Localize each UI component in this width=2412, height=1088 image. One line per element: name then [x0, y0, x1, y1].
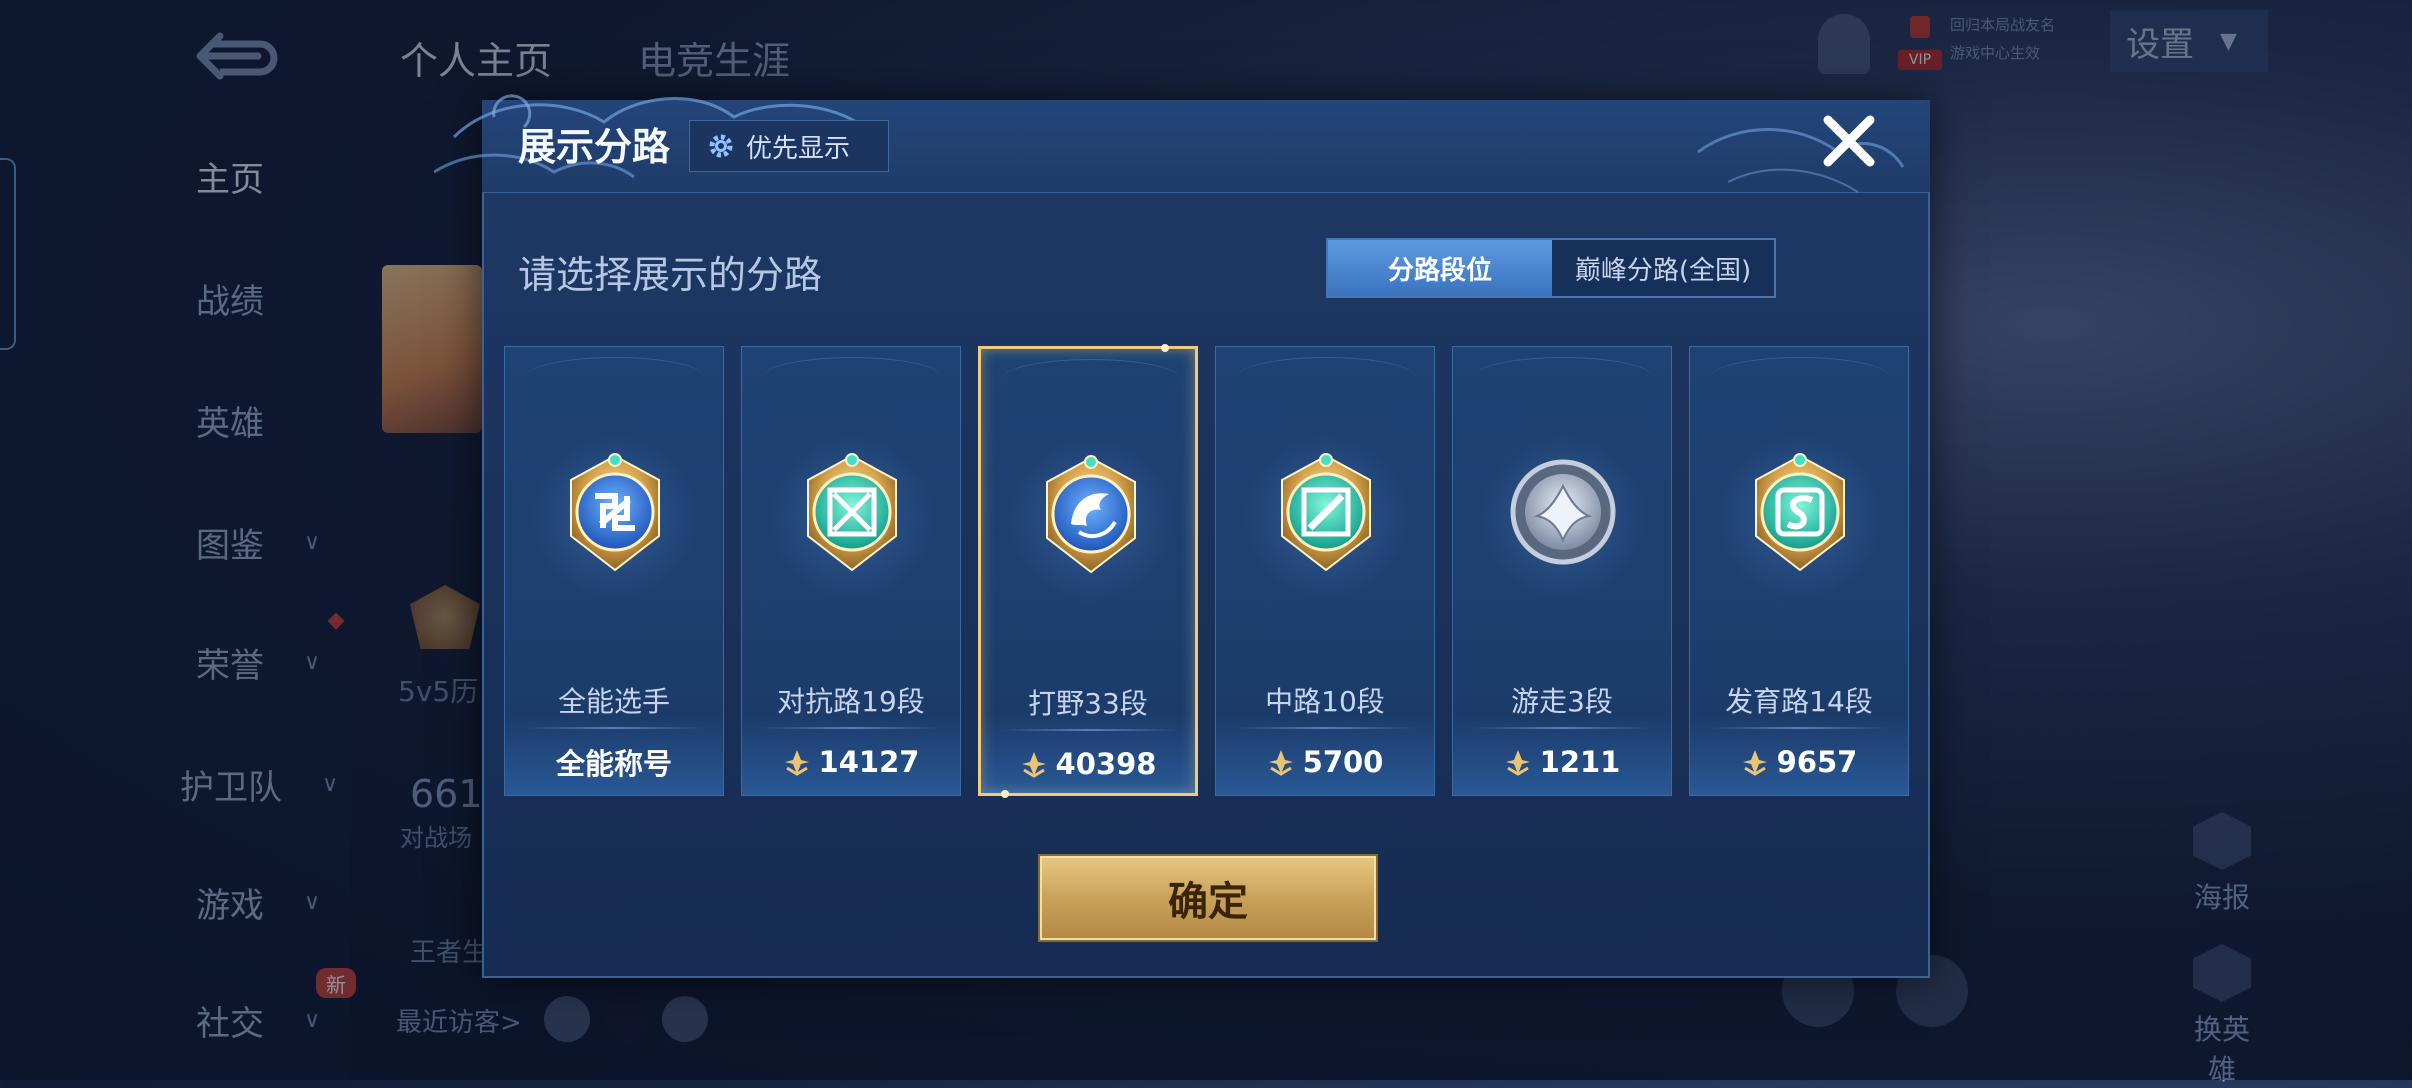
- lane-points-icon: [784, 750, 809, 776]
- card-divider: [1001, 729, 1179, 731]
- lane-card[interactable]: 全能选手 全能称号: [504, 346, 724, 796]
- card-decoration: [1001, 359, 1181, 400]
- lane-card-list: 全能选手 全能称号 对抗路19段 14127 打野33段 40398 中路10段 5700 游走…: [504, 344, 1914, 798]
- lane-card-label: 游走3段: [1511, 685, 1613, 718]
- jungle-rank-badge-icon: [1007, 436, 1175, 604]
- lane-card-value-row: 14127: [742, 742, 960, 782]
- lane-card-label: 中路10段: [1265, 685, 1385, 718]
- card-divider: [762, 727, 940, 729]
- lane-card-value-row: 9657: [1690, 742, 1908, 782]
- lane-card[interactable]: 对抗路19段 14127: [741, 346, 961, 796]
- lane-card-value: 1211: [1539, 745, 1621, 779]
- tab-lane-rank[interactable]: 分路段位: [1328, 240, 1552, 296]
- gear-icon: [709, 134, 733, 158]
- farm-rank-badge-icon: [1716, 434, 1884, 602]
- selection-corner-dot: [1001, 790, 1009, 798]
- confirm-button[interactable]: 确定: [1040, 856, 1376, 940]
- lane-card-value: 5700: [1302, 745, 1384, 779]
- lane-card[interactable]: 中路10段 5700: [1215, 346, 1435, 796]
- lane-card-value: 全能称号: [555, 747, 672, 781]
- lane-card[interactable]: 打野33段 40398: [978, 344, 1198, 798]
- lane-card-value-row: 全能称号: [505, 742, 723, 782]
- lane-display-dialog: 展示分路 优先显示 请选择展示的分路 分路段位 巅峰分路(全国) 全能选手全能称…: [434, 94, 1930, 978]
- lane-points-icon: [1268, 750, 1293, 776]
- card-decoration: [762, 357, 942, 398]
- card-divider: [525, 727, 703, 729]
- card-divider: [1473, 727, 1651, 729]
- tab-peak-lane-national[interactable]: 巅峰分路(全国): [1552, 240, 1774, 296]
- lane-points-icon: [1021, 752, 1046, 778]
- lane-card-value: 9657: [1776, 745, 1858, 779]
- lane-card-label: 打野33段: [1028, 687, 1148, 720]
- lane-card-value: 14127: [818, 745, 920, 779]
- selection-corner-dot: [1161, 344, 1169, 352]
- lane-card[interactable]: 游走3段 1211: [1452, 346, 1672, 796]
- mid-rank-badge-icon: [1242, 434, 1410, 602]
- card-decoration: [1236, 357, 1416, 398]
- rank-type-toggle: 分路段位 巅峰分路(全国): [1326, 238, 1776, 298]
- card-decoration: [1473, 357, 1653, 398]
- card-decoration: [525, 357, 705, 398]
- dialog-title: 展示分路: [518, 125, 671, 169]
- lane-card[interactable]: 发育路14段 9657: [1689, 346, 1909, 796]
- card-decoration: [1710, 357, 1890, 398]
- lane-card-label: 对抗路19段: [777, 685, 925, 718]
- priority-display-button[interactable]: 优先显示: [689, 120, 889, 172]
- lane-card-label: 全能选手: [557, 685, 670, 718]
- allround-rank-badge-icon: [531, 434, 699, 602]
- lane-card-value-row: 1211: [1453, 742, 1671, 782]
- lane-card-value-row: 40398: [981, 744, 1195, 784]
- card-divider: [1710, 727, 1888, 729]
- roam-rank-badge-icon: [1479, 434, 1647, 602]
- close-icon[interactable]: [1814, 106, 1884, 176]
- dialog-subtitle: 请选择展示的分路: [518, 253, 823, 297]
- lane-card-value: 40398: [1055, 747, 1157, 781]
- card-divider: [1236, 727, 1414, 729]
- lane-points-icon: [1742, 750, 1767, 776]
- clash-rank-badge-icon: [768, 434, 936, 602]
- lane-card-value-row: 5700: [1216, 742, 1434, 782]
- priority-display-label: 优先显示: [746, 133, 851, 164]
- lane-points-icon: [1505, 750, 1530, 776]
- lane-card-label: 发育路14段: [1725, 685, 1873, 718]
